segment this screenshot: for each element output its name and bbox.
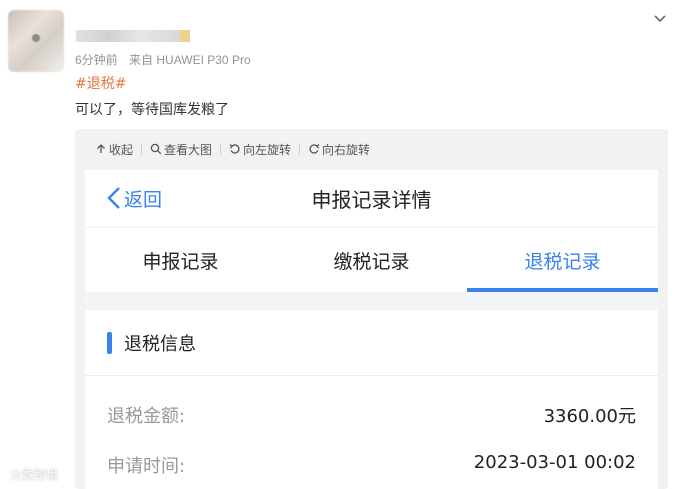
hashtag-link[interactable]: #退税#: [75, 73, 126, 93]
collapse-label: 收起: [109, 142, 134, 157]
record-tabs: 申报记录 缴税记录 退税记录: [85, 228, 658, 292]
view-large-button[interactable]: 查看大图: [150, 141, 212, 158]
nav-bar: 返回 申报记录详情: [85, 170, 658, 226]
tab-label: 退税记录: [524, 250, 601, 273]
field-label: 申请时间:: [107, 456, 186, 477]
active-tab-indicator: [467, 288, 658, 292]
tab-declaration: 申报记录: [85, 228, 276, 292]
image-toolbar: 收起 查看大图 向左旋转 向右旋转: [75, 129, 668, 169]
post-meta: 6分钟前 来自 HUAWEI P30 Pro: [75, 51, 251, 68]
refund-info-card: 退税信息 退税金额: 3360.00元 申请时间: 2023-03-01 00:…: [85, 310, 658, 489]
section-title: 退税信息: [124, 334, 196, 355]
rotate-left-label: 向左旋转: [243, 142, 292, 157]
rotate-left-icon: [229, 144, 240, 154]
apply-time-row: 申请时间: 2023-03-01 00:02: [107, 452, 636, 482]
field-value: 2023-03-01 00:02: [473, 452, 636, 473]
embedded-screenshot[interactable]: 返回 申报记录详情 申报记录 缴税记录 退税记录 退税信息 退税金额: 3360…: [85, 170, 658, 489]
collapse-button[interactable]: 收起: [95, 141, 133, 158]
field-value: 3360.00元: [543, 406, 636, 427]
post-time[interactable]: 6分钟前: [75, 53, 118, 67]
toolbar-divider: [220, 143, 222, 155]
rotate-right-button[interactable]: 向右旋转: [308, 141, 370, 158]
user-badge: [180, 30, 190, 42]
rotate-right-label: 向右旋转: [322, 142, 371, 157]
post-text: 可以了，等待国库发粮了: [75, 102, 229, 118]
view-large-label: 查看大图: [164, 142, 213, 157]
media-panel: 收起 查看大图 向左旋转 向右旋转 返回 申报记录详情 申报记录 缴税记录 退税…: [75, 129, 668, 489]
tab-refund: 退税记录: [467, 228, 658, 292]
section-header: 退税信息: [107, 330, 196, 356]
post-source: 来自 HUAWEI P30 Pro: [129, 53, 251, 67]
field-label: 退税金额:: [107, 406, 186, 427]
refund-amount-row: 退税金额: 3360.00元: [107, 402, 636, 432]
username-blurred[interactable]: [76, 30, 182, 42]
rotate-left-button[interactable]: 向左旋转: [229, 141, 291, 158]
divider: [85, 375, 658, 376]
magnifier-icon: [150, 143, 162, 155]
toolbar-divider: [141, 143, 143, 155]
rotate-right-icon: [309, 144, 320, 154]
page-title: 申报记录详情: [311, 188, 432, 212]
tab-label: 申报记录: [142, 250, 219, 273]
tab-payment: 缴税记录: [276, 228, 467, 292]
section-accent-bar: [107, 332, 112, 354]
arrow-up-icon: [97, 144, 105, 153]
avatar[interactable]: [8, 10, 64, 72]
chevron-down-icon[interactable]: [652, 10, 668, 26]
watermark: 大数跨境: [10, 468, 59, 482]
avatar-mosaic: [32, 34, 40, 42]
toolbar-divider: [299, 143, 301, 155]
tab-label: 缴税记录: [333, 250, 410, 273]
